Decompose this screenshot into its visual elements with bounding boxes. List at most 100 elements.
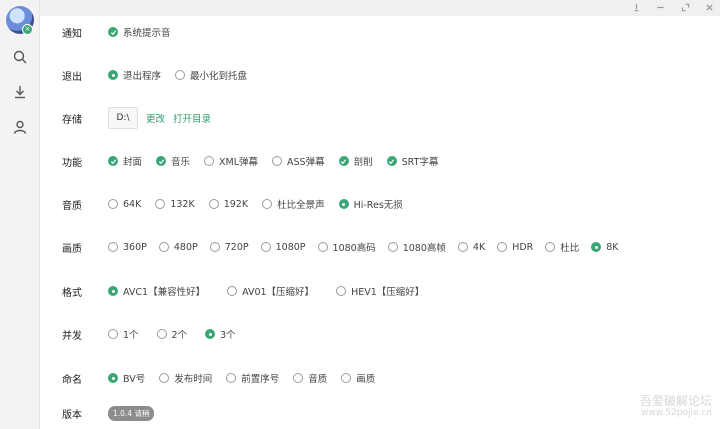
option-item[interactable]: 画质 <box>341 371 375 385</box>
option-label: 8K <box>606 241 619 253</box>
radio-unselected[interactable] <box>293 373 304 383</box>
option-item[interactable]: 封面 <box>108 154 142 168</box>
option-label: 退出程序 <box>123 71 162 82</box>
option-item[interactable]: SRT字幕 <box>386 154 438 168</box>
radio-unselected[interactable] <box>226 373 237 383</box>
radio-unselected[interactable] <box>175 70 186 80</box>
close-icon[interactable] <box>702 1 716 14</box>
checkmark-icon[interactable] <box>386 156 397 166</box>
option-item[interactable]: 64K <box>108 199 141 210</box>
radio-unselected[interactable] <box>204 156 215 166</box>
radio-selected[interactable] <box>108 70 118 80</box>
option-item[interactable]: 192K <box>208 199 248 210</box>
option-item[interactable]: HDR <box>497 242 533 253</box>
option-item[interactable]: 退出程序 <box>108 68 161 82</box>
radio-unselected[interactable] <box>387 242 398 252</box>
option-item[interactable]: 1080高码 <box>317 240 376 254</box>
radio-selected[interactable] <box>205 329 216 339</box>
search-icon[interactable] <box>12 49 28 65</box>
pin-icon[interactable] <box>629 1 643 14</box>
radio-unselected[interactable] <box>457 242 468 252</box>
option-item[interactable]: 剖削 <box>338 154 373 168</box>
radio-unselected[interactable] <box>108 329 118 339</box>
option-item[interactable]: 2个 <box>156 327 187 341</box>
radio-selected[interactable] <box>591 242 602 252</box>
option-item[interactable]: 1080高帧 <box>387 240 446 254</box>
option-item[interactable]: Hi-Res无损 <box>338 197 403 211</box>
watermark-title: 吾爱破解论坛 <box>639 394 712 408</box>
checkmark-icon[interactable] <box>108 156 118 166</box>
radio-unselected[interactable] <box>156 329 167 339</box>
options: BV号 发布时间 前置序号 音质 画质 <box>108 371 389 385</box>
option-item[interactable]: 1080P <box>260 241 306 253</box>
option-label: 720P <box>224 241 249 253</box>
radio-unselected[interactable] <box>260 242 271 252</box>
option-item[interactable]: 132K <box>155 199 195 210</box>
setting-row-format: 格式 AVC1【兼容性好】 AV01【压缩好】 HEV1【压缩好】 <box>62 282 446 300</box>
option-item[interactable]: 前置序号 <box>226 371 279 385</box>
option-item[interactable]: 最小化到托盘 <box>175 68 247 82</box>
option-item[interactable]: AV01【压缩好】 <box>227 284 314 298</box>
option-item[interactable]: ASS弹幕 <box>272 154 325 168</box>
options: 系统提示音 <box>108 25 185 39</box>
checkmark-icon[interactable] <box>156 156 167 166</box>
radio-unselected[interactable] <box>158 242 169 252</box>
option-label: AVC1【兼容性好】 <box>123 287 206 298</box>
radio-unselected[interactable] <box>545 242 556 252</box>
setting-row-version: 版本 1.0.4 请稍 <box>62 404 155 422</box>
checkmark-icon[interactable] <box>108 27 118 37</box>
checkmark-icon[interactable] <box>338 156 349 166</box>
radio-unselected[interactable] <box>155 199 166 209</box>
setting-row-concurrency: 并发 1个 2个 3个 <box>62 325 254 343</box>
option-item[interactable]: 480P <box>158 242 198 253</box>
radio-unselected[interactable] <box>497 242 508 252</box>
option-item[interactable]: 720P <box>209 241 249 253</box>
radio-unselected[interactable] <box>227 286 238 296</box>
radio-unselected[interactable] <box>262 199 273 209</box>
row-label: 命名 <box>62 374 82 386</box>
option-label: 64K <box>123 198 142 210</box>
option-label: 1080P <box>275 241 306 253</box>
radio-unselected[interactable] <box>209 242 220 252</box>
option-item[interactable]: 3个 <box>205 327 236 341</box>
option-item[interactable]: 360P <box>108 242 147 253</box>
maximize-icon[interactable] <box>678 1 692 14</box>
row-label: 退出 <box>62 71 82 83</box>
minimize-icon[interactable] <box>653 1 667 14</box>
option-label: 3个 <box>220 330 236 341</box>
option-item[interactable]: 发布时间 <box>159 371 212 385</box>
option-item[interactable]: 8K <box>591 241 619 253</box>
option-label: HEV1【压缩好】 <box>351 287 425 298</box>
options: 封面 音乐 XML弹幕 ASS弹幕 剖削 SRT字幕 <box>108 154 452 168</box>
radio-unselected[interactable] <box>341 373 352 383</box>
radio-unselected[interactable] <box>317 242 328 252</box>
option-item[interactable]: 音质 <box>293 371 327 385</box>
radio-unselected[interactable] <box>208 199 219 209</box>
option-item[interactable]: 1个 <box>108 327 139 341</box>
change-path-link[interactable]: 更改 <box>146 111 165 125</box>
radio-selected[interactable] <box>338 199 349 209</box>
radio-unselected[interactable] <box>272 156 283 166</box>
option-item[interactable]: 系统提示音 <box>108 25 171 39</box>
radio-unselected[interactable] <box>108 242 118 252</box>
option-item[interactable]: HEV1【压缩好】 <box>336 284 424 298</box>
option-item[interactable]: XML弹幕 <box>204 154 258 168</box>
option-item[interactable]: 杜比 <box>545 240 579 254</box>
option-item[interactable]: AVC1【兼容性好】 <box>108 284 205 298</box>
storage-path-field[interactable]: D:\ <box>108 107 138 129</box>
option-item[interactable]: 4K <box>457 242 485 253</box>
options: 1个 2个 3个 <box>108 327 254 341</box>
open-directory-link[interactable]: 打开目录 <box>173 111 211 125</box>
option-item[interactable]: BV号 <box>108 371 145 385</box>
radio-selected[interactable] <box>108 286 118 296</box>
download-icon[interactable] <box>12 84 28 100</box>
user-icon[interactable] <box>12 119 28 135</box>
options: 360P 480P 720P 1080P 1080高码 1080高帧 4K HDR 杜比 8K <box>108 240 631 254</box>
radio-unselected[interactable] <box>159 373 170 383</box>
option-item[interactable]: 音乐 <box>156 154 190 168</box>
option-label: 杜比 <box>560 243 580 254</box>
radio-unselected[interactable] <box>336 286 347 296</box>
radio-unselected[interactable] <box>108 199 118 209</box>
radio-selected[interactable] <box>108 373 118 383</box>
option-item[interactable]: 杜比全景声 <box>262 197 325 211</box>
